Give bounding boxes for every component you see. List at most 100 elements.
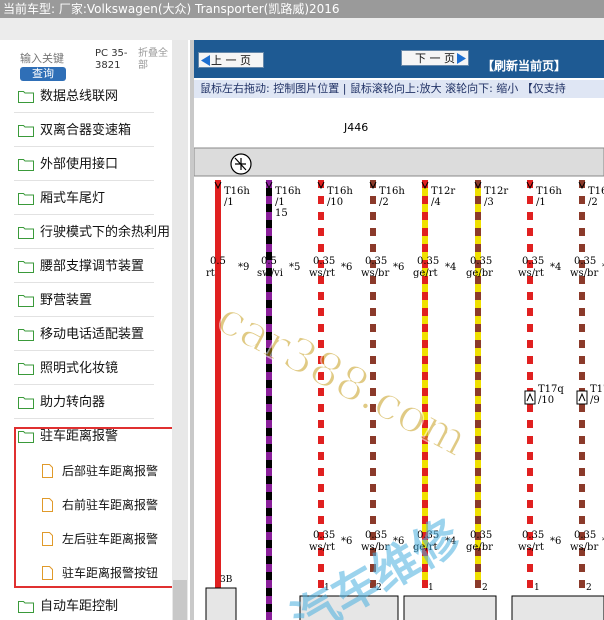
search-button[interactable]: 查询 xyxy=(20,67,66,81)
wire-ref-label: *5 xyxy=(289,262,300,273)
connector-label: T17q xyxy=(538,384,564,395)
pin-label-top: T16h xyxy=(275,186,301,197)
viewer-toolbar: 上 一 页 下 一 页 【刷新当前页】 xyxy=(194,40,604,78)
folder-icon xyxy=(18,260,34,273)
window-title: 当前车型: 厂家:Volkswagen(大众) Transporter(凯路威)… xyxy=(0,0,604,18)
tree-separator xyxy=(14,418,154,419)
pin-label-number: /3 xyxy=(484,197,494,208)
folder-icon xyxy=(18,600,34,613)
pc-label-line2: 3821 xyxy=(95,60,121,71)
wiring-diagram[interactable]: J446 T16h/10.5rt*9T16h/1150.5sw/vi*5T16h… xyxy=(194,98,604,620)
wire-size-label: 0.5 xyxy=(210,256,226,267)
lower-ref-label: *6 xyxy=(341,536,352,547)
watermark-text: car388.com xyxy=(209,290,477,467)
prev-page-button[interactable]: 上 一 页 xyxy=(198,52,264,68)
pin-label-number: /2 xyxy=(379,197,389,208)
pin-label-number: /10 xyxy=(327,197,343,208)
wire-ref-label: *6 xyxy=(393,262,404,273)
pin-label-top: T16h xyxy=(588,186,604,197)
sidebar-scrollbar[interactable] xyxy=(172,40,188,620)
search-input[interactable] xyxy=(18,50,92,66)
tree-item-label: 自动车距控制 xyxy=(40,599,119,614)
sidebar: 查询 PC 35- 3821 折叠全 部 数据总线联网双离合器变速箱外部使用接口… xyxy=(0,40,190,620)
folder-icon xyxy=(18,124,34,137)
pin-label-number: /4 xyxy=(431,197,441,208)
tree-separator xyxy=(14,112,154,113)
pin-label-top: T12r xyxy=(484,186,508,197)
next-page-button[interactable]: 下 一 页 xyxy=(401,50,469,66)
connector-number: /10 xyxy=(538,395,554,406)
connector-number: /9 xyxy=(590,395,600,406)
bottom-pin-label: 3B xyxy=(220,575,233,585)
device-box xyxy=(403,595,497,620)
wire-size-label: 0.35 xyxy=(574,256,596,267)
lower-ref-label: *6 xyxy=(550,536,561,547)
wire-color-label: ws/rt xyxy=(309,268,335,279)
ground-symbol xyxy=(230,153,252,175)
collapse-all-line1: 折叠全 xyxy=(138,48,168,59)
refresh-page-link[interactable]: 【刷新当前页】 xyxy=(482,57,566,74)
wire-size-label: 0.35 xyxy=(313,256,335,267)
wire-size-label: 0.35 xyxy=(522,256,544,267)
collapse-all-line2: 部 xyxy=(138,60,148,71)
tree-separator xyxy=(14,214,154,215)
bottom-pin-label: 1 xyxy=(428,583,434,593)
tree-separator xyxy=(14,282,154,283)
wire-color-label: ws/br xyxy=(361,268,389,279)
wire-ref-label: *6 xyxy=(341,262,352,273)
lower-color-label: ge/br xyxy=(466,542,493,553)
tree-separator xyxy=(14,180,154,181)
arrow-left-icon xyxy=(201,55,210,66)
tree-item-label: 厢式车尾灯 xyxy=(40,191,106,206)
tree-separator xyxy=(14,384,154,385)
lower-size-label: 0.35 xyxy=(522,530,544,541)
folder-icon xyxy=(18,192,34,205)
pc-label-line1: PC 35- xyxy=(95,48,128,59)
arrow-right-icon xyxy=(457,53,466,64)
connector-label: T17c xyxy=(590,384,604,395)
sidebar-scrollbar-thumb[interactable] xyxy=(173,580,187,620)
wire-color-label: ge/br xyxy=(466,268,493,279)
lower-size-label: 0.35 xyxy=(313,530,335,541)
pin-label-top: T16h xyxy=(327,186,353,197)
folder-icon xyxy=(18,396,34,409)
bottom-pin-label: 2 xyxy=(482,583,488,593)
tree-separator xyxy=(14,350,154,351)
wire-color-label: sw/vi xyxy=(257,268,283,279)
tree-item-label: 腰部支撑调节装置 xyxy=(40,259,145,274)
component-box xyxy=(194,147,604,177)
lower-size-label: 0.35 xyxy=(365,530,387,541)
next-page-label: 下 一 页 xyxy=(415,52,455,65)
tree-item-label: 外部使用接口 xyxy=(40,157,119,172)
pin-label-number: /1 xyxy=(536,197,546,208)
pin-label-top: T16h xyxy=(536,186,562,197)
lower-color-label: ws/rt xyxy=(309,542,335,553)
highlight-box xyxy=(14,427,178,588)
wire-ref-label: *9 xyxy=(238,262,249,273)
lower-color-label: ws/rt xyxy=(518,542,544,553)
bottom-pin-label: 1 xyxy=(534,583,540,593)
bottom-pin-label: 2 xyxy=(586,583,592,593)
diagram-viewer: 上 一 页 下 一 页 【刷新当前页】 鼠标左右拖动: 控制图片位置 | 鼠标滚… xyxy=(190,40,604,620)
component-label: J446 xyxy=(343,121,368,134)
wire-color-label: rt xyxy=(206,268,215,279)
wire-ref-label: *4 xyxy=(550,262,561,273)
tree-item-label: 助力转向器 xyxy=(40,395,106,410)
pin-label-number: /2 xyxy=(588,197,598,208)
collapse-all-link[interactable]: 折叠全 部 xyxy=(138,48,168,72)
top-strip xyxy=(0,18,604,40)
pin-label-top: T12r xyxy=(431,186,455,197)
tree-item-label: 数据总线联网 xyxy=(40,89,119,104)
info-bar: 鼠标左右拖动: 控制图片位置 | 鼠标滚轮向上:放大 滚轮向下: 缩小 【仅支持 xyxy=(194,80,604,98)
wire-color-label: ws/rt xyxy=(518,268,544,279)
wire-size-label: 0.35 xyxy=(365,256,387,267)
tree-item-label: 行驶模式下的余热利用 xyxy=(40,225,171,240)
tree-separator xyxy=(14,316,154,317)
tree-separator xyxy=(14,146,154,147)
pin-label-top: T16h xyxy=(379,186,405,197)
wire-color-label: ge/rt xyxy=(413,268,438,279)
tree-separator xyxy=(14,248,154,249)
folder-icon xyxy=(18,158,34,171)
lower-size-label: 0.35 xyxy=(470,530,492,541)
pin-label-extra: 15 xyxy=(275,208,288,219)
